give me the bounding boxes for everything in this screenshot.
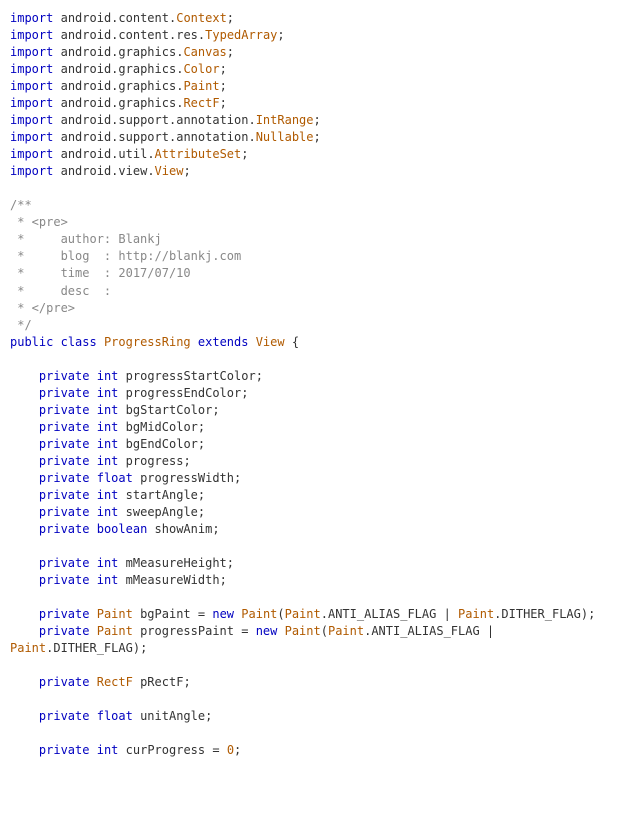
code-block: import android.content.Context; import a…	[10, 10, 623, 759]
